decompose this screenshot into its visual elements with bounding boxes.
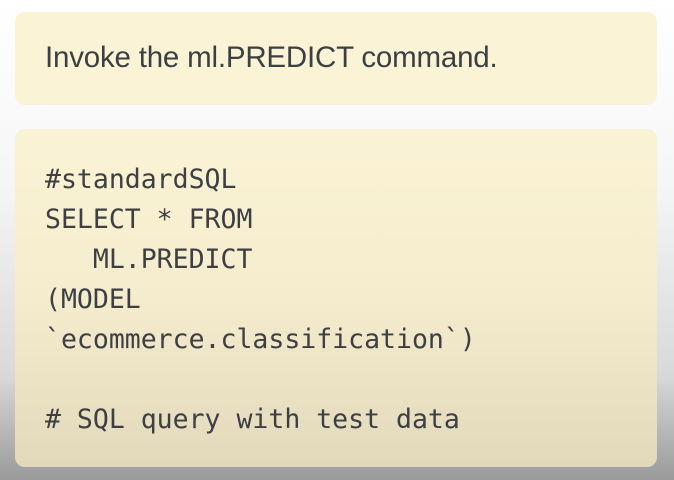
instruction-text: Invoke the ml.PREDICT command.: [45, 41, 498, 74]
code-line-model-name: `ecommerce.classification`): [45, 324, 476, 355]
code-line-select-from: SELECT * FROM: [45, 204, 253, 235]
code-line-model: (MODEL: [45, 284, 141, 315]
slide: Invoke the ml.PREDICT command. #standard…: [0, 0, 674, 480]
sql-code-block: #standardSQL SELECT * FROM ML.PREDICT (MOD…: [45, 160, 476, 440]
code-line-comment: # SQL query with test data: [45, 404, 460, 435]
code-card: #standardSQL SELECT * FROM ML.PREDICT (MOD…: [15, 129, 657, 467]
code-line-standardsql: #standardSQL: [45, 164, 237, 195]
instruction-card: Invoke the ml.PREDICT command.: [15, 12, 657, 105]
code-line-ml-predict: ML.PREDICT: [45, 244, 253, 275]
